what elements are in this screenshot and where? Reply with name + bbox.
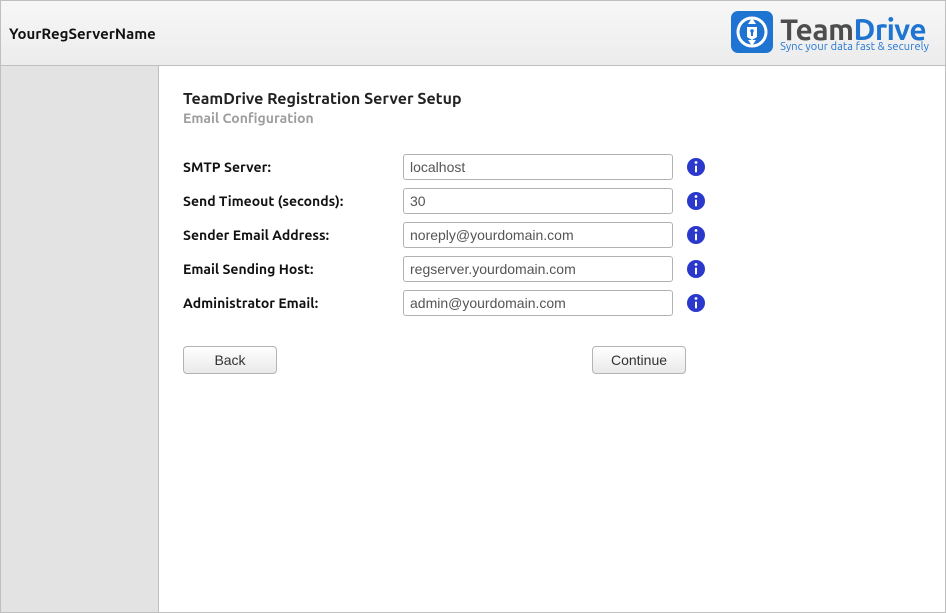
header: YourRegServerName TeamDrive Sync your da… xyxy=(1,1,945,66)
row-admin-email: Administrator Email: xyxy=(183,290,921,316)
main-content: TeamDrive Registration Server Setup Emai… xyxy=(159,66,945,612)
sidebar xyxy=(1,66,159,612)
page-title: TeamDrive Registration Server Setup xyxy=(183,90,921,108)
info-icon[interactable] xyxy=(687,192,705,210)
label-sending-host: Email Sending Host: xyxy=(183,261,403,277)
info-icon[interactable] xyxy=(687,158,705,176)
row-sender-email: Sender Email Address: xyxy=(183,222,921,248)
label-sender-email: Sender Email Address: xyxy=(183,227,403,243)
input-admin-email[interactable] xyxy=(403,290,673,316)
logo-icon xyxy=(730,10,774,57)
label-admin-email: Administrator Email: xyxy=(183,295,403,311)
brand-logo: TeamDrive Sync your data fast & securely xyxy=(730,10,929,57)
button-row: Back Continue xyxy=(183,346,686,374)
info-icon[interactable] xyxy=(687,260,705,278)
input-sender-email[interactable] xyxy=(403,222,673,248)
back-button[interactable]: Back xyxy=(183,346,277,374)
row-sending-host: Email Sending Host: xyxy=(183,256,921,282)
input-sending-host[interactable] xyxy=(403,256,673,282)
server-name: YourRegServerName xyxy=(9,25,156,42)
input-smtp-server[interactable] xyxy=(403,154,673,180)
row-smtp-server: SMTP Server: xyxy=(183,154,921,180)
label-smtp-server: SMTP Server: xyxy=(183,159,403,175)
logo-text: TeamDrive xyxy=(780,14,929,44)
info-icon[interactable] xyxy=(687,294,705,312)
row-send-timeout: Send Timeout (seconds): xyxy=(183,188,921,214)
input-send-timeout[interactable] xyxy=(403,188,673,214)
page-subtitle: Email Configuration xyxy=(183,110,921,126)
continue-button[interactable]: Continue xyxy=(592,346,686,374)
info-icon[interactable] xyxy=(687,226,705,244)
logo-tagline: Sync your data fast & securely xyxy=(780,42,929,53)
body: TeamDrive Registration Server Setup Emai… xyxy=(1,66,945,612)
app-window: YourRegServerName TeamDrive Sync your da… xyxy=(0,0,946,613)
label-send-timeout: Send Timeout (seconds): xyxy=(183,193,403,209)
